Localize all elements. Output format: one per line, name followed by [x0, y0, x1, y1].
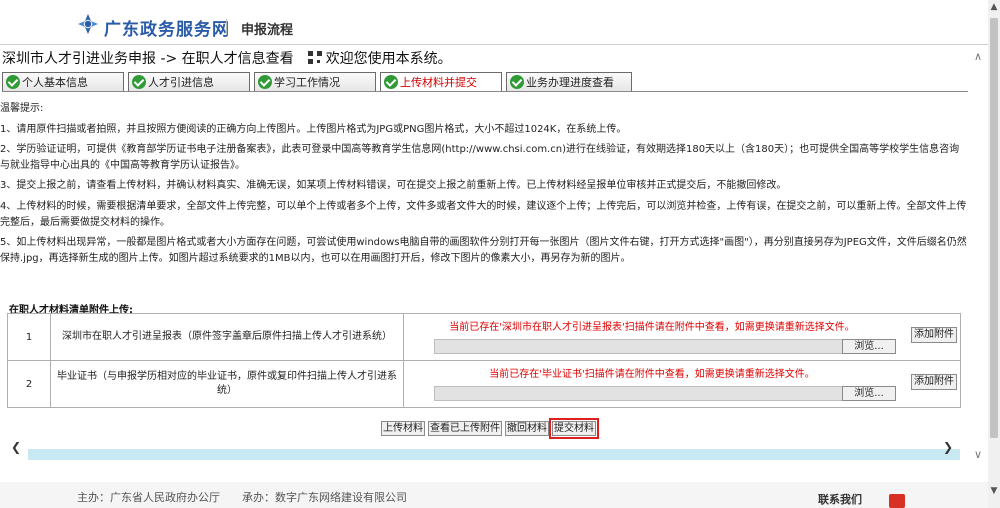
content-frame: 深圳市人才引进业务申报 -> 在职人才信息查看 欢迎您使用本系统。 个人基本信息 …: [0, 44, 988, 461]
row-index: 2: [7, 360, 51, 408]
scroll-down-icon[interactable]: ∨: [970, 448, 986, 461]
upload-materials-button[interactable]: 上传材料: [381, 421, 425, 436]
check-circle-icon: [258, 75, 272, 89]
page-breadcrumb: 深圳市人才引进业务申报 -> 在职人才信息查看: [2, 51, 294, 67]
tab-label: 上传材料并提交: [400, 76, 477, 89]
scroll-thumb[interactable]: [990, 18, 998, 438]
notice-item: 2、学历验证证明，可提供《教育部学历证书电子注册备案表》，此表可登录中国高等教育…: [0, 144, 960, 171]
horizontal-scrollbar[interactable]: ❮ ❯: [0, 439, 968, 460]
check-circle-icon: [384, 75, 398, 89]
tab-label: 学习工作情况: [274, 76, 340, 89]
tab-label: 人才引进信息: [148, 76, 214, 89]
withdraw-materials-button[interactable]: 撤回材料: [505, 421, 549, 436]
tab-label: 个人基本信息: [22, 76, 88, 89]
attachment-name: 深圳市在职人才引进呈报表（原件签字盖章后原件扫描上传人才引进系统）: [50, 313, 404, 361]
inner-vertical-scrollbar[interactable]: ∧ ∨: [970, 50, 986, 462]
page-vertical-scrollbar[interactable]: ▲ ▼: [988, 0, 1000, 508]
add-attachment-button[interactable]: 添加附件: [911, 374, 957, 390]
qr-code-icon: [307, 51, 322, 64]
scroll-right-icon[interactable]: ❯: [940, 439, 956, 455]
scroll-left-icon[interactable]: ❮: [8, 439, 24, 455]
welcome-text: 欢迎您使用本系统。: [325, 51, 452, 67]
notice-item: 1、请用原件扫描或者拍照，并且按照方便阅读的正确方向上传图片。上传图片格式为JP…: [0, 123, 627, 135]
submit-materials-button[interactable]: 提交材料: [549, 418, 599, 439]
page-header: 深圳市人才引进业务申报 -> 在职人才信息查看 欢迎您使用本系统。: [2, 48, 452, 68]
notice-item: 5、如上传材料出现异常，一般都是图片格式或者大小方面存在问题，可尝试使用wind…: [0, 237, 967, 264]
notice-heading: 温馨提示:: [0, 103, 44, 114]
header-divider: [226, 19, 227, 35]
site-subtitle: 申报流程: [241, 23, 294, 38]
footer-host: 主办：广东省人民政府办公厅: [77, 491, 220, 504]
tab-label: 业务办理进度查看: [526, 76, 614, 89]
site-header: 广东政务服务网 申报流程: [0, 0, 988, 44]
existing-file-notice: 当前已存在'深圳市在职人才引进呈报表'扫描件请在附件中查看，如需更换请重新选择文…: [449, 322, 855, 333]
existing-file-notice: 当前已存在'毕业证书'扫描件请在附件中查看，如需更换请重新选择文件。: [489, 369, 815, 380]
table-row: 1 深圳市在职人才引进呈报表（原件签字盖章后原件扫描上传人才引进系统） 当前已存…: [7, 313, 961, 361]
file-cell: 当前已存在'深圳市在职人才引进呈报表'扫描件请在附件中查看，如需更换请重新选择文…: [403, 313, 961, 361]
tab-study-work[interactable]: 学习工作情况: [254, 72, 376, 91]
file-path-input[interactable]: [434, 386, 894, 401]
table-row: 2 毕业证书（与申报学历相对应的毕业证书，原件或复印件扫描上传人才引进系统） 当…: [7, 360, 961, 408]
action-bar: 上传材料 查看已上传附件 撤回材料 提交材料: [381, 418, 599, 439]
tab-talent-info[interactable]: 人才引进信息: [128, 72, 250, 91]
row-index: 1: [7, 313, 51, 361]
notice-item: 4、上传材料的时候，需要根据清单要求，全部文件上传完整，可以单个上传或者多个上传…: [0, 200, 967, 228]
tab-progress[interactable]: 业务办理进度查看: [506, 72, 632, 91]
page-scroll-down-icon[interactable]: ▼: [988, 484, 1000, 498]
view-uploaded-button[interactable]: 查看已上传附件: [428, 421, 502, 436]
file-cell: 当前已存在'毕业证书'扫描件请在附件中查看，如需更换请重新选择文件。 浏览...…: [403, 360, 961, 408]
contact-link[interactable]: 联系我们: [818, 491, 862, 507]
gd-logo-icon: [78, 14, 98, 34]
notice-item: 3、提交上报之前，请查看上传材料，并确认材料真实、准确无误，如某项上传材料错误，…: [0, 180, 787, 192]
tab-upload-submit[interactable]: 上传材料并提交: [380, 72, 502, 91]
check-circle-icon: [132, 75, 146, 89]
notice-block: 温馨提示: 1、请用原件扫描或者拍照，并且按照方便阅读的正确方向上传图片。上传图…: [0, 101, 968, 271]
check-circle-icon: [6, 75, 20, 89]
file-path-input[interactable]: [434, 339, 894, 354]
attachments-table: 1 深圳市在职人才引进呈报表（原件签字盖章后原件扫描上传人才引进系统） 当前已存…: [7, 313, 961, 408]
tab-personal-info[interactable]: 个人基本信息: [2, 72, 124, 91]
browse-button[interactable]: 浏览...: [842, 386, 896, 401]
footer-organizer: 承办：数字广东网络建设有限公司: [242, 491, 407, 504]
site-name[interactable]: 广东政务服务网: [104, 15, 230, 40]
scroll-up-icon[interactable]: ∧: [970, 50, 986, 63]
browse-button[interactable]: 浏览...: [842, 339, 896, 354]
attachment-name: 毕业证书（与申报学历相对应的毕业证书，原件或复印件扫描上传人才引进系统）: [50, 360, 404, 408]
tab-bar: 个人基本信息 人才引进信息 学习工作情况 上传材料并提交 业务办理进度查看: [2, 70, 968, 92]
page-scroll-up-icon[interactable]: ▲: [988, 0, 1000, 14]
check-circle-icon: [510, 75, 524, 89]
scroll-track[interactable]: [28, 449, 960, 460]
gov-badge-icon[interactable]: [889, 494, 905, 508]
add-attachment-button[interactable]: 添加附件: [911, 327, 957, 343]
site-footer: 主办：广东省人民政府办公厅 承办：数字广东网络建设有限公司 联系我们: [0, 482, 988, 508]
